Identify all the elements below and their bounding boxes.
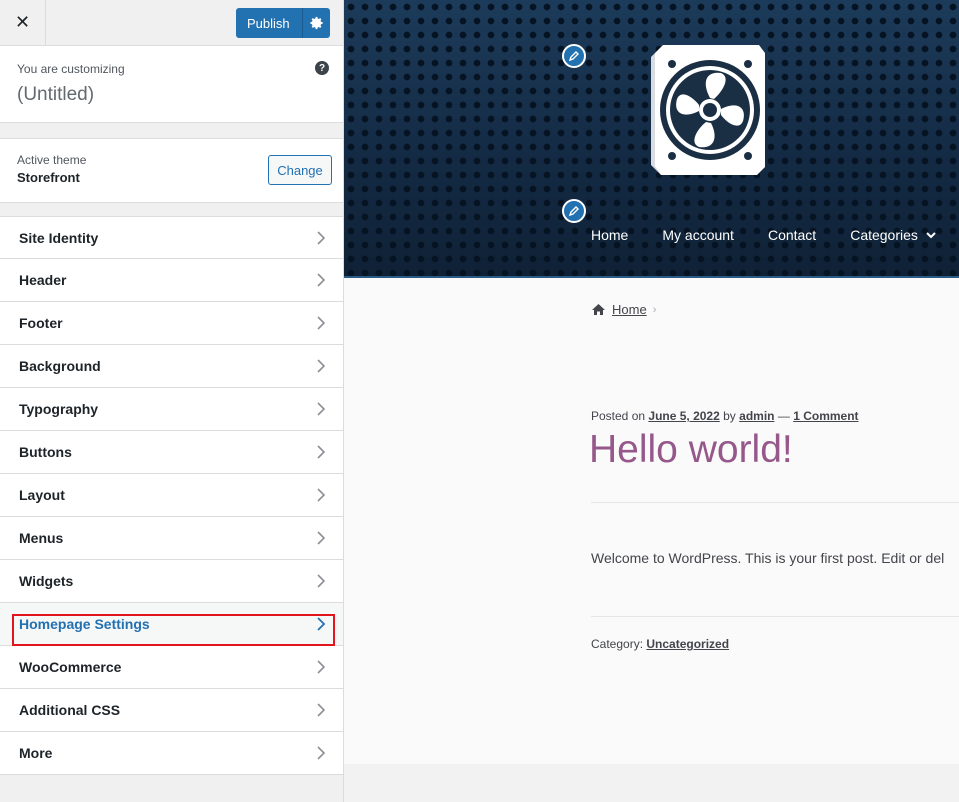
chevron-right-icon <box>317 316 326 330</box>
content-area <box>344 278 959 764</box>
menu-item-menus[interactable]: Menus <box>0 517 343 560</box>
nav-categories[interactable]: Categories <box>850 227 918 247</box>
nav-home[interactable]: Home <box>591 227 628 247</box>
menu-item-typography[interactable]: Typography <box>0 388 343 431</box>
menu-item-woocommerce[interactable]: WooCommerce <box>0 646 343 689</box>
menu-item-label: More <box>19 745 53 761</box>
divider <box>591 502 959 503</box>
site-title: (Untitled) <box>17 84 95 105</box>
customizing-label: You are customizing <box>17 62 125 76</box>
chevron-right-icon <box>317 703 326 717</box>
post-excerpt: Welcome to WordPress. This is your first… <box>591 550 945 566</box>
publish-label: Publish <box>247 15 290 31</box>
comments-link[interactable]: 1 Comment <box>793 409 858 423</box>
publish-button[interactable]: Publish <box>236 8 330 38</box>
menu-item-layout[interactable]: Layout <box>0 474 343 517</box>
post-category: Category: Uncategorized <box>591 637 729 651</box>
change-theme-button[interactable]: Change <box>268 155 332 185</box>
chevron-right-icon <box>317 746 326 760</box>
nav-my-account[interactable]: My account <box>662 227 734 247</box>
meta-dash: — <box>777 409 790 423</box>
category-label: Category: <box>591 637 644 651</box>
primary-navigation: Home My account Contact Categories <box>591 227 938 247</box>
menu-item-more[interactable]: More <box>0 732 343 775</box>
theme-name: Storefront <box>17 170 80 185</box>
author-link[interactable]: admin <box>739 409 774 423</box>
chevron-down-icon[interactable] <box>924 228 938 242</box>
chevron-right-icon <box>317 273 326 287</box>
nav-contact[interactable]: Contact <box>768 227 816 247</box>
chevron-right-icon <box>317 488 326 502</box>
menu-item-site-identity[interactable]: Site Identity <box>0 216 343 259</box>
chevron-right-icon <box>317 445 326 459</box>
chevron-right-icon <box>317 359 326 373</box>
chevron-right-icon <box>317 531 326 545</box>
post-title[interactable]: Hello world! <box>589 428 793 472</box>
chevron-right-icon <box>317 402 326 416</box>
close-icon: ✕ <box>14 12 31 32</box>
chevron-right-icon <box>317 660 326 674</box>
menu-item-homepage-settings[interactable]: Homepage Settings <box>0 603 343 646</box>
breadcrumb: Home › <box>591 302 656 317</box>
menu-item-label: Homepage Settings <box>19 616 150 632</box>
post-date-link[interactable]: June 5, 2022 <box>648 409 719 423</box>
by-label: by <box>723 409 736 423</box>
menu-item-footer[interactable]: Footer <box>0 302 343 345</box>
edit-logo-pencil-icon[interactable] <box>562 44 586 68</box>
active-theme-panel: Active theme Storefront Change <box>0 138 343 203</box>
menu-item-widgets[interactable]: Widgets <box>0 560 343 603</box>
footer-band <box>344 764 959 802</box>
menu-item-label: WooCommerce <box>19 659 122 675</box>
breadcrumb-separator-icon: › <box>652 303 657 316</box>
breadcrumb-home-link[interactable]: Home <box>612 302 647 317</box>
site-preview: Home My account Contact Categories Home … <box>344 0 959 802</box>
menu-item-label: Widgets <box>19 573 74 589</box>
header-hero: Home My account Contact Categories <box>344 0 959 278</box>
active-theme-label: Active theme <box>17 153 87 167</box>
customizer-menu: Site Identity Header Footer Background T… <box>0 216 343 775</box>
menu-item-label: Layout <box>19 487 65 503</box>
chevron-right-icon <box>317 574 326 588</box>
menu-item-buttons[interactable]: Buttons <box>0 431 343 474</box>
menu-item-label: Header <box>19 272 67 288</box>
menu-item-label: Menus <box>19 530 64 546</box>
menu-item-label: Typography <box>19 401 99 417</box>
customizer-header: ✕ Publish <box>0 0 343 46</box>
edit-menu-pencil-icon[interactable] <box>562 199 586 223</box>
fan-logo[interactable] <box>641 43 767 177</box>
menu-item-label: Additional CSS <box>19 702 121 718</box>
chevron-right-icon <box>317 231 326 245</box>
divider <box>591 616 959 617</box>
chevron-right-icon <box>317 617 326 631</box>
close-button[interactable]: ✕ <box>0 0 46 45</box>
menu-item-label: Site Identity <box>19 230 99 246</box>
help-icon[interactable]: ? <box>315 61 329 75</box>
customizer-sidebar: ✕ Publish You are customizing (Untitled)… <box>0 0 344 802</box>
customizing-info: You are customizing (Untitled) ? <box>0 46 343 123</box>
menu-item-label: Background <box>19 358 101 374</box>
menu-item-background[interactable]: Background <box>0 345 343 388</box>
menu-item-label: Footer <box>19 315 63 331</box>
gear-icon[interactable] <box>302 8 330 38</box>
post-meta: Posted on June 5, 2022 by admin — 1 Comm… <box>591 409 859 423</box>
menu-item-label: Buttons <box>19 444 72 460</box>
menu-item-additional-css[interactable]: Additional CSS <box>0 689 343 732</box>
home-icon <box>592 304 605 315</box>
menu-item-header[interactable]: Header <box>0 259 343 302</box>
category-link[interactable]: Uncategorized <box>646 637 729 651</box>
posted-on-label: Posted on <box>591 409 646 423</box>
